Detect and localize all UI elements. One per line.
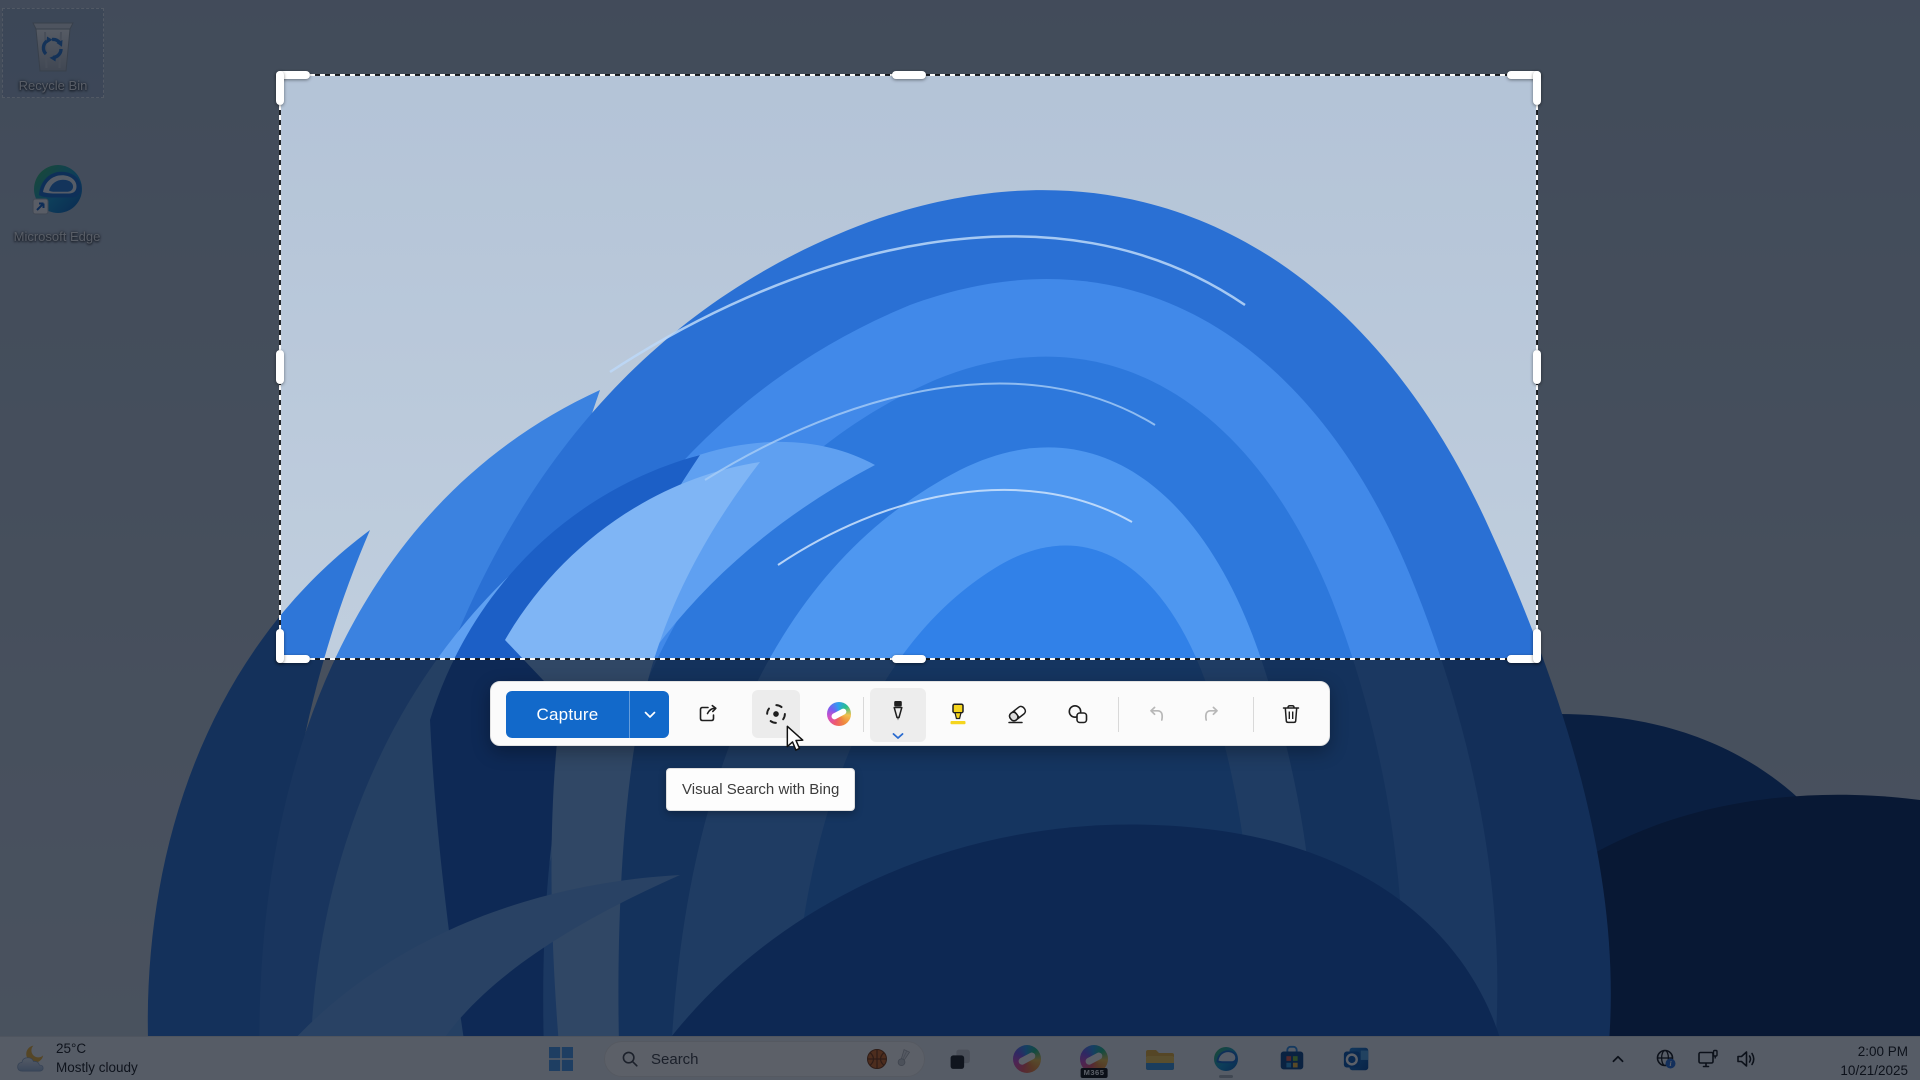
chevron-down-icon [644,711,656,719]
selection-handle-bottom[interactable] [892,655,926,663]
selection-handle-left[interactable] [276,350,284,384]
copilot-button[interactable] [817,692,861,736]
visual-search-icon [763,701,789,727]
toolbar-separator [1253,697,1254,732]
capture-button-label: Capture [506,705,629,725]
selection-handle-top-right[interactable] [1533,71,1541,105]
mouse-cursor [783,725,809,753]
highlighter-button[interactable] [936,692,980,736]
visual-search-tooltip: Visual Search with Bing [666,768,855,811]
selection-handle-bottom-left[interactable] [276,629,284,663]
share-button[interactable] [685,692,729,736]
eraser-icon [1005,702,1029,726]
selection-handle-right[interactable] [1533,350,1541,384]
ballpoint-pen-button[interactable] [870,688,926,742]
toolbar-separator [1118,697,1119,732]
redo-icon [1200,702,1224,726]
capture-dropdown-button[interactable] [629,691,669,738]
toolbar-separator [863,697,864,732]
highlighter-icon [946,702,970,726]
copilot-icon [827,702,851,726]
selection-handle-bottom-right[interactable] [1533,629,1541,663]
shapes-button[interactable] [1056,692,1100,736]
selection-wallpaper [280,75,1537,659]
redo-button[interactable] [1190,692,1234,736]
capture-button[interactable]: Capture [506,691,669,738]
selection-handle-top[interactable] [892,71,926,79]
shapes-icon [1066,702,1090,726]
undo-icon [1144,702,1168,726]
undo-button[interactable] [1134,692,1178,736]
selection-handle-top-left[interactable] [276,71,284,105]
eraser-button[interactable] [995,692,1039,736]
desktop-screen: Recycle Bin Microsoft Edge 25°C Mostly c… [0,0,1920,1080]
delete-button[interactable] [1269,692,1313,736]
selection-region[interactable] [280,75,1537,659]
trash-icon [1279,702,1303,726]
pen-icon [886,699,910,723]
selection-viewport [280,75,1537,659]
share-icon [695,702,719,726]
pen-dropdown-chevron-icon [892,733,904,740]
snipping-toolbar: Capture [490,681,1330,746]
